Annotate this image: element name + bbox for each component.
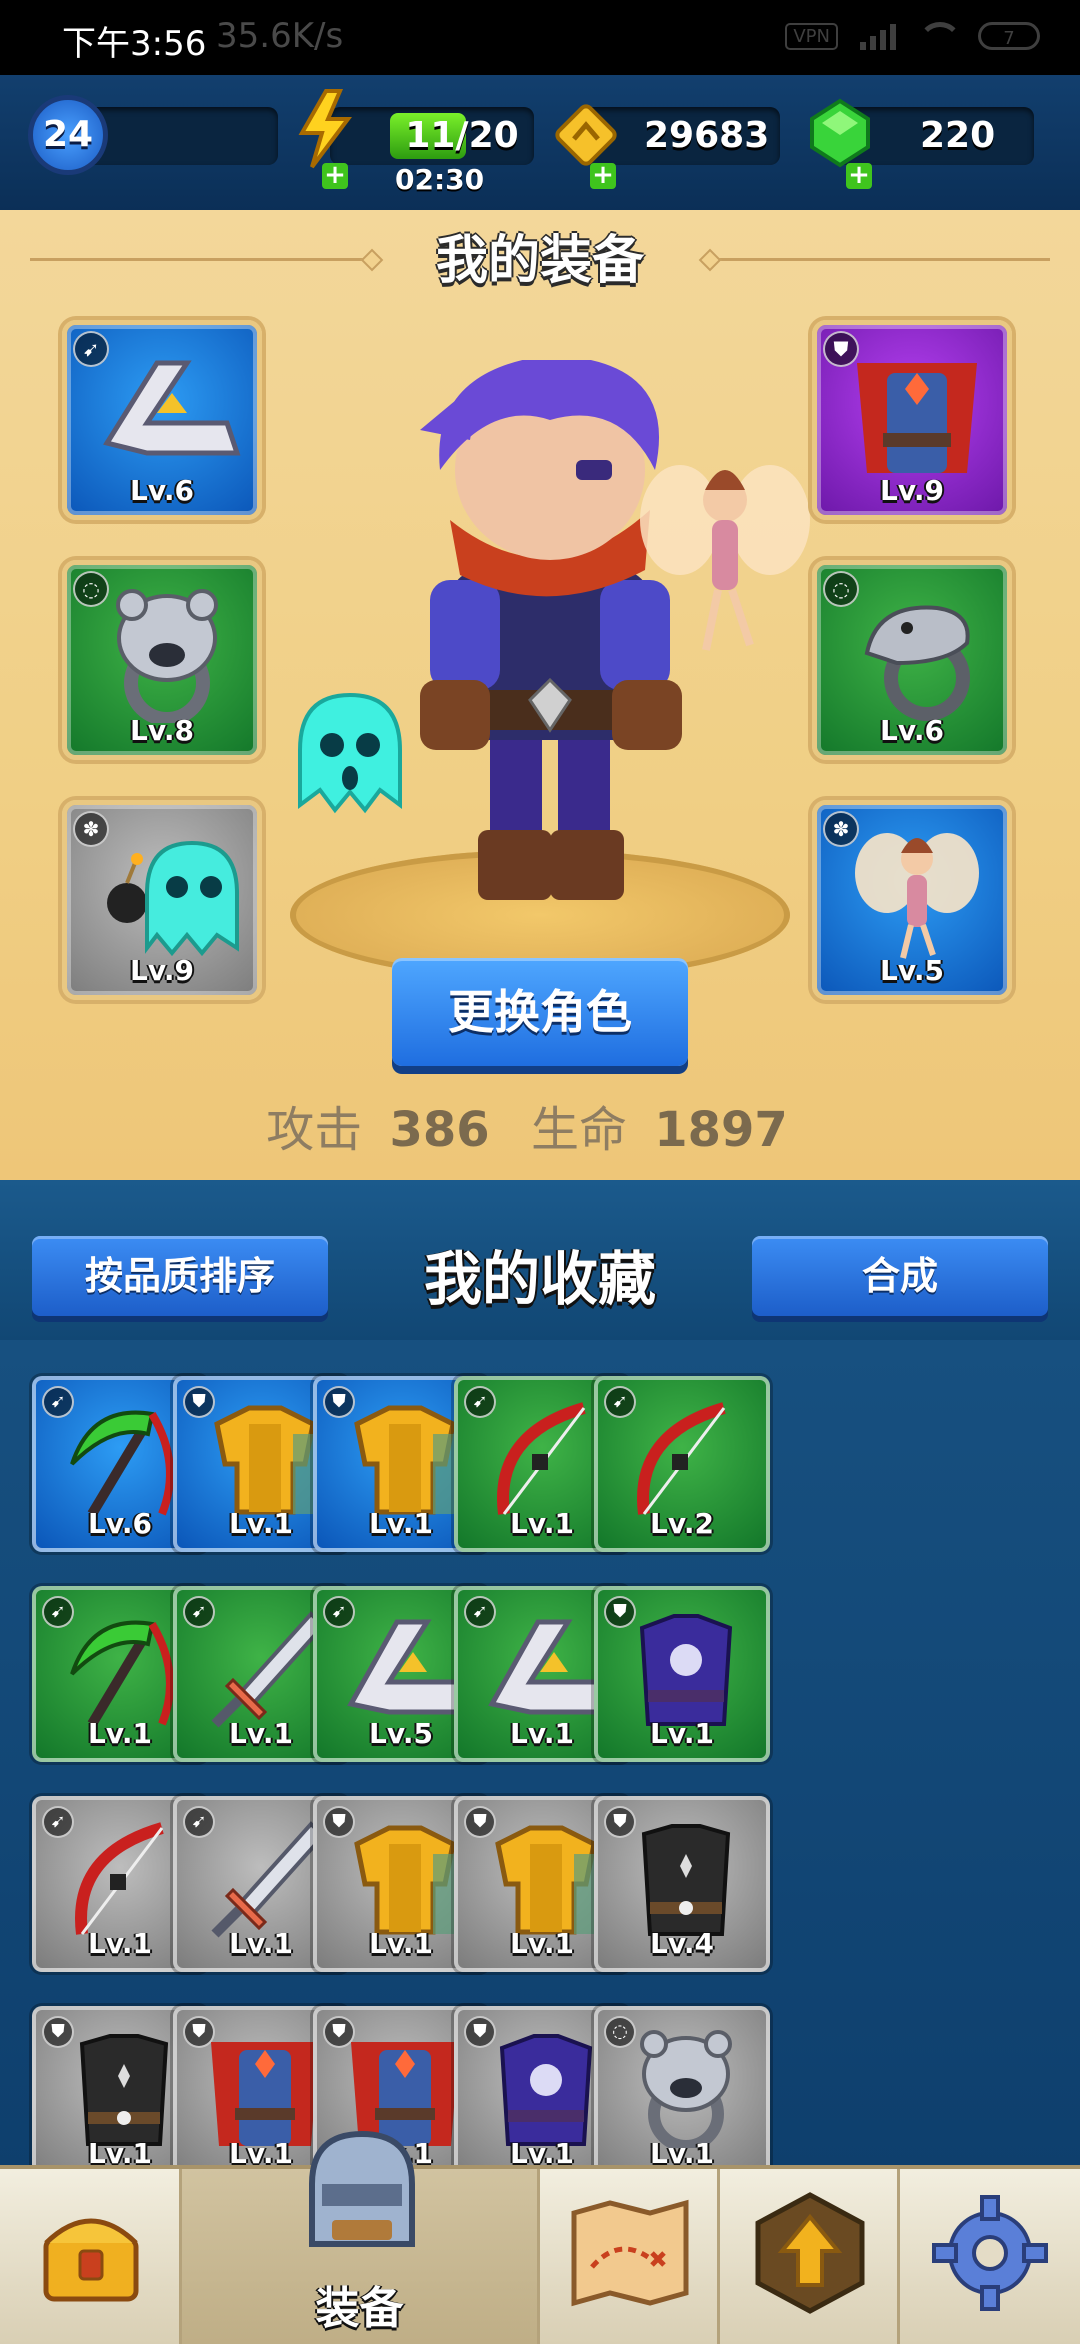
violet-robe-icon [639,1614,733,1726]
gem-plus-icon[interactable]: + [846,162,872,189]
hero-stats: 攻击 386 生命 1897 [0,1090,1080,1160]
signal-icon [860,22,896,50]
fairy-companion [640,465,810,651]
change-character-button[interactable]: 更换角色 [392,958,688,1066]
vpn-icon: VPN [785,22,838,50]
wifi-icon [918,22,962,50]
energy-value: 11/20 [405,115,519,156]
item-level: Lv.5 [880,954,944,987]
hp-value: 1897 [654,1102,788,1158]
equip-slot-ring-2[interactable]: ◌ Lv.6 [812,560,1012,760]
bear-ring-icon [116,589,218,723]
helmet-armor-icon [309,2130,415,2247]
collection-item[interactable]: ⛊ Lv.4 [594,1796,770,1972]
status-net-speed: 35.6K/s [216,16,344,56]
energy-plus-icon[interactable]: + [322,162,348,189]
attack-value: 386 [389,1102,490,1158]
map-icon [571,2199,689,2307]
equip-slot-armor[interactable]: ⛊ Lv.9 [812,320,1012,520]
gold-plus-icon[interactable]: + [590,162,616,189]
nav-tab-upgrade[interactable] [720,2169,900,2344]
equip-slot-pet-1[interactable]: ✽ Lv.9 [62,800,262,1000]
lightning-icon [298,89,352,169]
attack-label: 攻击 [266,1102,363,1158]
nav-label-equipment: 装备 [315,2283,404,2334]
equip-slot-pet-2[interactable]: ✽ Lv.5 [812,800,1012,1000]
bear-ring-icon [640,2030,732,2148]
item-level: Lv.8 [130,714,194,747]
gold-value: 29683 [644,115,770,156]
nav-tab-equipment[interactable]: 装备 [182,2130,540,2344]
item-level: Lv.2 [650,1507,714,1540]
gear-icon [932,2195,1048,2311]
collection-item[interactable]: ⛊Lv.1 [594,1586,770,1762]
equip-slot-weapon[interactable]: ➹ Lv.6 [62,320,262,520]
energy-bar[interactable]: 11/20 [330,107,534,165]
status-bar: 下午3:56 35.6K/s VPN 7 [0,0,1080,75]
resource-bar: 24 11/20 + 02:30 29683 + 220 + [0,75,1080,210]
nav-tab-chest[interactable] [0,2169,182,2344]
battery-icon: 7 [978,22,1040,50]
bow-icon [637,1402,726,1515]
item-level: Lv.6 [880,714,944,747]
bottom-nav: 装备 [0,2130,1080,2344]
fairy-pet-icon [855,833,979,959]
item-level: Lv.6 [130,474,194,507]
green-gem-icon [810,98,870,168]
status-time: 下午3:56 [62,24,207,64]
equipment-title: 我的装备 [435,231,644,291]
collection-item[interactable]: ➹ Lv.2 [594,1376,770,1552]
serpent-ring-icon [864,605,970,721]
ghost-companion [298,692,402,814]
equip-slot-ring-1[interactable]: ◌ Lv.8 [62,560,262,760]
item-level: Lv.4 [650,1927,714,1960]
collection-item[interactable]: ◌ Lv.1 [594,2006,770,2182]
ghost-bomb-pet-icon [107,840,239,957]
upgrade-arrow-icon [755,2192,865,2314]
caped-armor-icon [857,363,977,473]
nav-tab-settings[interactable] [900,2169,1080,2344]
gold-ticket-icon [555,104,617,166]
item-level: Lv.1 [650,1717,714,1750]
gem-value: 220 [920,115,996,156]
item-level: Lv.9 [880,474,944,507]
player-level-badge[interactable]: 24 [28,95,108,175]
hp-label: 生命 [530,1102,627,1158]
nav-tab-map[interactable] [540,2169,720,2344]
energy-timer: 02:30 [395,163,485,196]
status-icons: VPN 7 [785,22,1040,50]
boomerang-icon [103,360,241,456]
merge-button[interactable]: 合成 [752,1236,1048,1316]
treasure-chest-icon [43,2218,139,2302]
item-level: Lv.9 [130,954,194,987]
dark-vest-icon [641,1824,731,1936]
